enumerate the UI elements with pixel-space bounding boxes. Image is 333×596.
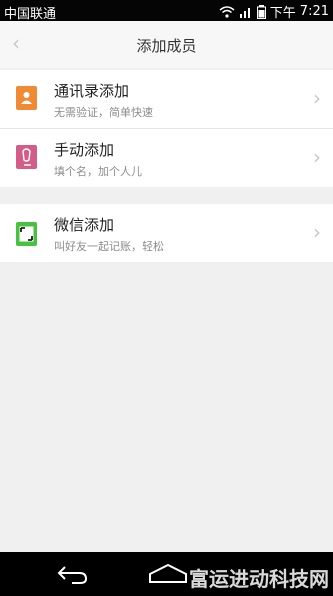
wechat-scan-icon [16,222,37,246]
chevron-right-icon: › [313,220,321,244]
contacts-add-row[interactable]: 通讯录添加 无需验证，简单快速 › [0,70,333,129]
time-prefix: 下午 [269,6,296,21]
manual-add-subtitle: 填个名，加个人儿 [54,165,142,178]
hand-write-icon [16,145,37,169]
add-methods-group: 通讯录添加 无需验证，简单快速 › 手动添加 填个名，加个人儿 › [0,70,333,187]
header: ‹ 添加成员 [0,21,333,68]
social-add-group: 微信添加 叫好友一起记账，轻松 › [0,204,333,262]
chevron-right-icon: › [313,145,321,169]
contacts-icon [16,86,37,110]
wechat-add-row[interactable]: 微信添加 叫好友一起记账，轻松 › [0,204,333,262]
wechat-add-subtitle: 叫好友一起记账，轻松 [54,240,164,253]
wifi-icon [219,5,235,18]
navigation-bar: 富运进动科技网 [0,552,333,596]
home-icon[interactable] [148,562,188,586]
carrier-label: 中国联通 [4,7,57,22]
status-bar: 中国联通 下午 7:21 [0,0,333,22]
watermark-text: 富运进动科技网 [189,567,329,591]
manual-add-title: 手动添加 [54,141,115,159]
contacts-add-subtitle: 无需验证，简单快速 [54,106,153,119]
time-label: 7:21 [299,4,329,19]
page-title: 添加成员 [136,37,197,55]
signal-icon [239,7,250,18]
contacts-add-title: 通讯录添加 [54,82,130,100]
battery-icon [256,4,266,19]
status-right: 下午 7:21 [219,2,329,21]
chevron-right-icon: › [313,86,321,110]
back-arrow-icon[interactable] [56,562,90,586]
manual-add-row[interactable]: 手动添加 填个名，加个人儿 › [0,129,333,187]
wechat-add-title: 微信添加 [54,216,115,234]
